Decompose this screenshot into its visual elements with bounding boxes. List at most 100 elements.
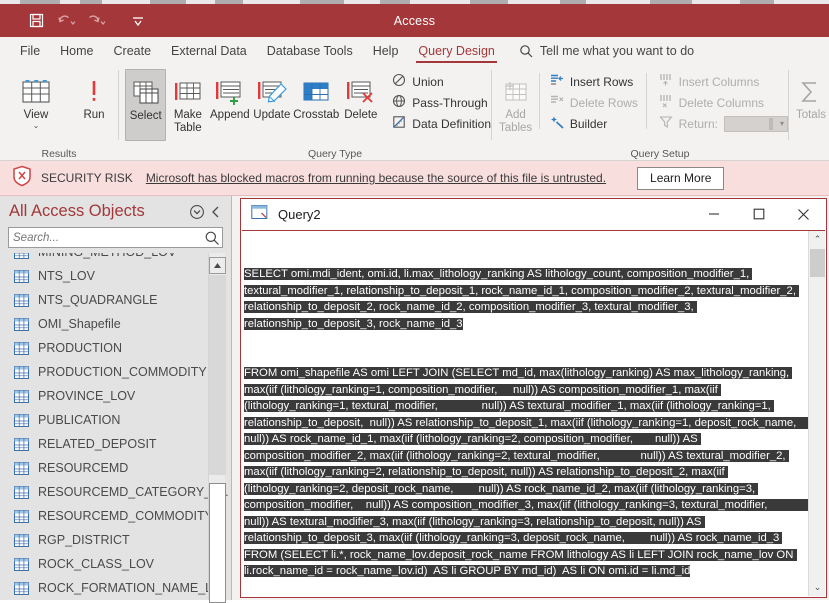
select-query-icon: [130, 74, 162, 108]
crosstab-query-button[interactable]: Crosstab: [293, 69, 339, 121]
list-item[interactable]: MINING_METHOD_LOV: [0, 253, 231, 264]
table-icon: [14, 269, 29, 283]
search-input[interactable]: [9, 228, 222, 247]
save-icon[interactable]: [22, 8, 50, 34]
tab-query-design[interactable]: Query Design: [408, 37, 504, 64]
quick-access-toolbar: [0, 8, 152, 34]
list-item[interactable]: RESOURCEMD: [0, 456, 231, 480]
customize-quick-access-icon[interactable]: [124, 8, 152, 34]
navigation-search-box[interactable]: [8, 227, 223, 248]
insert-rows-button[interactable]: Insert Rows: [546, 72, 638, 91]
make-table-label: Make Table: [173, 109, 202, 134]
list-item[interactable]: PROVINCE_LOV: [0, 384, 231, 408]
navigation-pane-scrollbar[interactable]: [208, 253, 226, 603]
ribbon: View ⌄ Run Results Select Make Table App…: [0, 64, 829, 161]
pass-through-button[interactable]: Pass-Through: [388, 93, 491, 112]
tab-help[interactable]: Help: [363, 37, 409, 64]
chevron-left-icon[interactable]: [206, 202, 225, 221]
tab-database-tools[interactable]: Database Tools: [257, 37, 363, 64]
query-window-title-bar: Query2: [241, 199, 826, 229]
list-item[interactable]: PRODUCTION: [0, 336, 231, 360]
ribbon-group-show-hide: Totals: [789, 64, 829, 161]
sql-scroll-up-arrow[interactable]: ⌃: [809, 231, 826, 248]
delete-rows-label: Delete Rows: [569, 95, 638, 110]
totals-sigma-icon: [796, 73, 826, 107]
table-icon: [14, 509, 29, 523]
list-item[interactable]: NTS_LOV: [0, 264, 231, 288]
tab-create[interactable]: Create: [104, 37, 162, 64]
list-item-label: ROCK_CLASS_LOV: [38, 557, 155, 571]
sql-view-pane[interactable]: SELECT omi.mdi_ident, omi.id, li.max_lit…: [242, 230, 825, 596]
scroll-up-arrow[interactable]: [209, 257, 226, 274]
append-query-label: Append: [210, 109, 250, 121]
sql-scroll-down-arrow[interactable]: ⌄: [809, 579, 826, 596]
list-item[interactable]: PUBLICATION: [0, 408, 231, 432]
scroll-thumb[interactable]: [209, 483, 226, 603]
column-commands: Insert Columns Delete Columns Return: ▾: [655, 69, 788, 133]
add-tables-button[interactable]: Add Tables: [498, 69, 533, 134]
view-button[interactable]: View ⌄: [12, 69, 60, 130]
table-icon: [14, 293, 29, 307]
security-shield-icon: [12, 165, 32, 192]
list-item-label: RELATED_DEPOSIT: [38, 437, 157, 451]
list-item[interactable]: RGP_DISTRICT: [0, 528, 231, 552]
builder-label: Builder: [569, 116, 608, 131]
delete-columns-button[interactable]: Delete Columns: [655, 93, 788, 112]
object-list[interactable]: MINING_METHOD_LOV NTS_LOV NTS_QUADRANGLE…: [0, 253, 231, 600]
totals-button[interactable]: Totals: [793, 69, 829, 121]
list-item[interactable]: RELATED_DEPOSIT: [0, 432, 231, 456]
ribbon-tab-strip: File Home Create External Data Database …: [0, 37, 829, 64]
tell-me-search[interactable]: Tell me what you want to do: [519, 44, 694, 58]
delete-query-button[interactable]: Delete: [340, 69, 381, 121]
minimize-button[interactable]: [691, 199, 736, 229]
list-item[interactable]: RESOURCEMD_CATEGORY_L...: [0, 480, 231, 504]
tab-external-data[interactable]: External Data: [161, 37, 257, 64]
redo-icon[interactable]: [82, 8, 110, 34]
setup-divider-2: [645, 73, 647, 129]
insert-columns-button[interactable]: Insert Columns: [655, 72, 788, 91]
make-table-button[interactable]: Make Table: [167, 69, 208, 134]
list-item[interactable]: RESOURCEMD_COMMODITY: [0, 504, 231, 528]
security-risk-message: Microsoft has blocked macros from runnin…: [145, 171, 607, 185]
list-item[interactable]: PRODUCTION_COMMODITY: [0, 360, 231, 384]
return-row[interactable]: Return: ▾: [655, 114, 788, 133]
delete-rows-button[interactable]: Delete Rows: [546, 93, 638, 112]
pass-through-icon: [392, 94, 406, 111]
update-query-button[interactable]: Update: [251, 69, 292, 121]
sql-text-area[interactable]: SELECT omi.mdi_ident, omi.id, li.max_lit…: [242, 231, 808, 596]
navigation-pane-title: All Access Objects: [9, 202, 145, 220]
list-item[interactable]: ROCK_CLASS_LOV: [0, 552, 231, 576]
search-magnifier-icon[interactable]: [201, 227, 223, 248]
list-item[interactable]: ROCK_FORMATION_NAME_L...: [0, 576, 231, 600]
builder-button[interactable]: Builder: [546, 114, 638, 133]
data-definition-button[interactable]: Data Definition: [388, 114, 491, 133]
list-item-label: NTS_LOV: [38, 269, 95, 283]
chevron-down-icon[interactable]: ⌄: [33, 122, 40, 130]
list-item-label: RESOURCEMD_COMMODITY: [38, 509, 214, 523]
tab-home[interactable]: Home: [50, 37, 103, 64]
return-value-dropdown[interactable]: ▾: [724, 115, 788, 132]
run-button[interactable]: Run: [70, 69, 118, 121]
delete-query-icon: [344, 73, 378, 107]
append-query-button[interactable]: Append: [209, 69, 250, 121]
learn-more-button[interactable]: Learn More: [637, 166, 725, 190]
list-item-label: PRODUCTION_COMMODITY: [38, 365, 207, 379]
query-window: Query2 SELECT omi.mdi_ident, omi.id, li.…: [240, 198, 827, 598]
undo-icon[interactable]: [52, 8, 80, 34]
union-button[interactable]: Union: [388, 72, 491, 91]
maximize-button[interactable]: [736, 199, 781, 229]
ribbon-group-query-type-label: Query Type: [307, 147, 363, 160]
scroll-track[interactable]: [209, 275, 226, 475]
list-item-label: RESOURCEMD_CATEGORY_L...: [38, 485, 229, 499]
list-item[interactable]: OMI_Shapefile: [0, 312, 231, 336]
table-icon: [14, 365, 29, 379]
close-button[interactable]: [781, 199, 826, 229]
view-datasheet-icon: [19, 73, 53, 107]
select-query-button[interactable]: Select: [125, 69, 167, 141]
chevron-circle-down-icon[interactable]: [187, 202, 206, 221]
sql-scroll-thumb[interactable]: [810, 249, 825, 277]
table-icon: [14, 461, 29, 475]
list-item[interactable]: NTS_QUADRANGLE: [0, 288, 231, 312]
tab-file[interactable]: File: [10, 37, 50, 64]
sql-scrollbar[interactable]: ⌃ ⌄: [808, 231, 825, 596]
